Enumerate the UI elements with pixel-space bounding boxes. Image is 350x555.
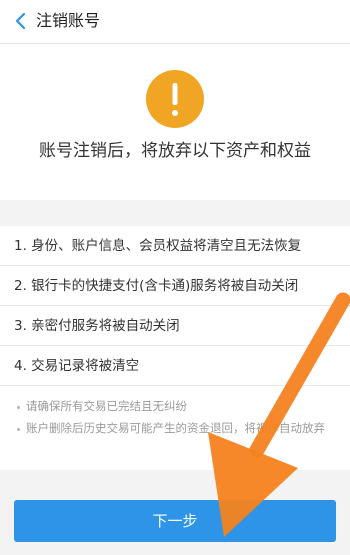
page-title: 注销账号 bbox=[36, 11, 101, 30]
next-button[interactable]: 下一步 bbox=[14, 500, 336, 542]
list-item: 1. 身份、账户信息、会员权益将清空且无法恢复 bbox=[0, 226, 350, 266]
consequence-list: 1. 身份、账户信息、会员权益将清空且无法恢复 2. 银行卡的快捷支付(含卡通)… bbox=[0, 226, 350, 386]
exclamation-icon bbox=[146, 70, 204, 128]
note-text: 请确保所有交易已完结且无纠纷 bbox=[26, 399, 187, 413]
bullet-dot bbox=[17, 406, 20, 409]
notes-section: 请确保所有交易已完结且无纠纷 账户删除后历史交易可能产生的资金退回，将视作自动放… bbox=[0, 386, 350, 470]
list-item: 4. 交易记录将被清空 bbox=[0, 346, 350, 386]
top-nav-bar: 注销账号 bbox=[0, 0, 350, 44]
note-text: 账户删除后历史交易可能产生的资金退回，将视作自动放弃 bbox=[26, 421, 325, 435]
list-item: 3. 亲密付服务将被自动关闭 bbox=[0, 306, 350, 346]
bullet-dot bbox=[17, 428, 20, 431]
list-item: 2. 银行卡的快捷支付(含卡通)服务将被自动关闭 bbox=[0, 266, 350, 306]
chevron-left-icon[interactable] bbox=[12, 10, 32, 32]
warning-message: 账号注销后，将放弃以下资产和权益 bbox=[39, 141, 311, 161]
warning-section: 账号注销后，将放弃以下资产和权益 bbox=[0, 44, 350, 200]
